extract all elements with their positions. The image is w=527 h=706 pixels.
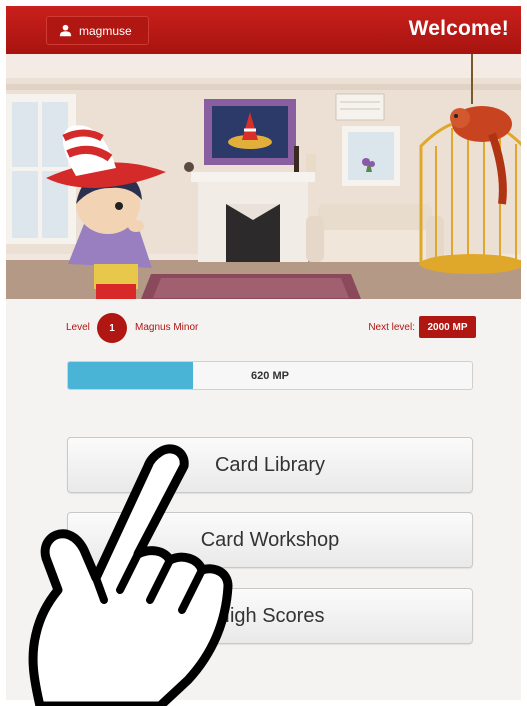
level-label: Level	[66, 322, 90, 333]
user-icon	[59, 24, 72, 37]
top-bar: magmuse Welcome!	[6, 6, 521, 54]
user-account-button[interactable]: magmuse	[46, 16, 149, 45]
app-screen: magmuse Welcome! Level 1 Magnus Minor Ne…	[6, 6, 521, 700]
room-scene-illustration	[6, 54, 521, 299]
welcome-title: Welcome!	[408, 17, 509, 40]
rank-title: Magnus Minor	[135, 322, 199, 333]
next-level-badge: 2000 MP	[419, 316, 476, 338]
room-scene-art	[6, 54, 521, 299]
experience-progress-bar: 620 MP	[67, 361, 473, 390]
progress-label: 620 MP	[251, 369, 289, 382]
card-workshop-button[interactable]: Card Workshop	[67, 512, 473, 568]
high-scores-button[interactable]: High Scores	[67, 588, 473, 644]
next-level-label: Next level:	[368, 322, 415, 333]
card-library-button[interactable]: Card Library	[67, 437, 473, 493]
username-label: magmuse	[79, 23, 132, 38]
level-row: Level 1 Magnus Minor Next level: 2000 MP	[66, 313, 476, 343]
level-number-badge: 1	[97, 313, 127, 343]
